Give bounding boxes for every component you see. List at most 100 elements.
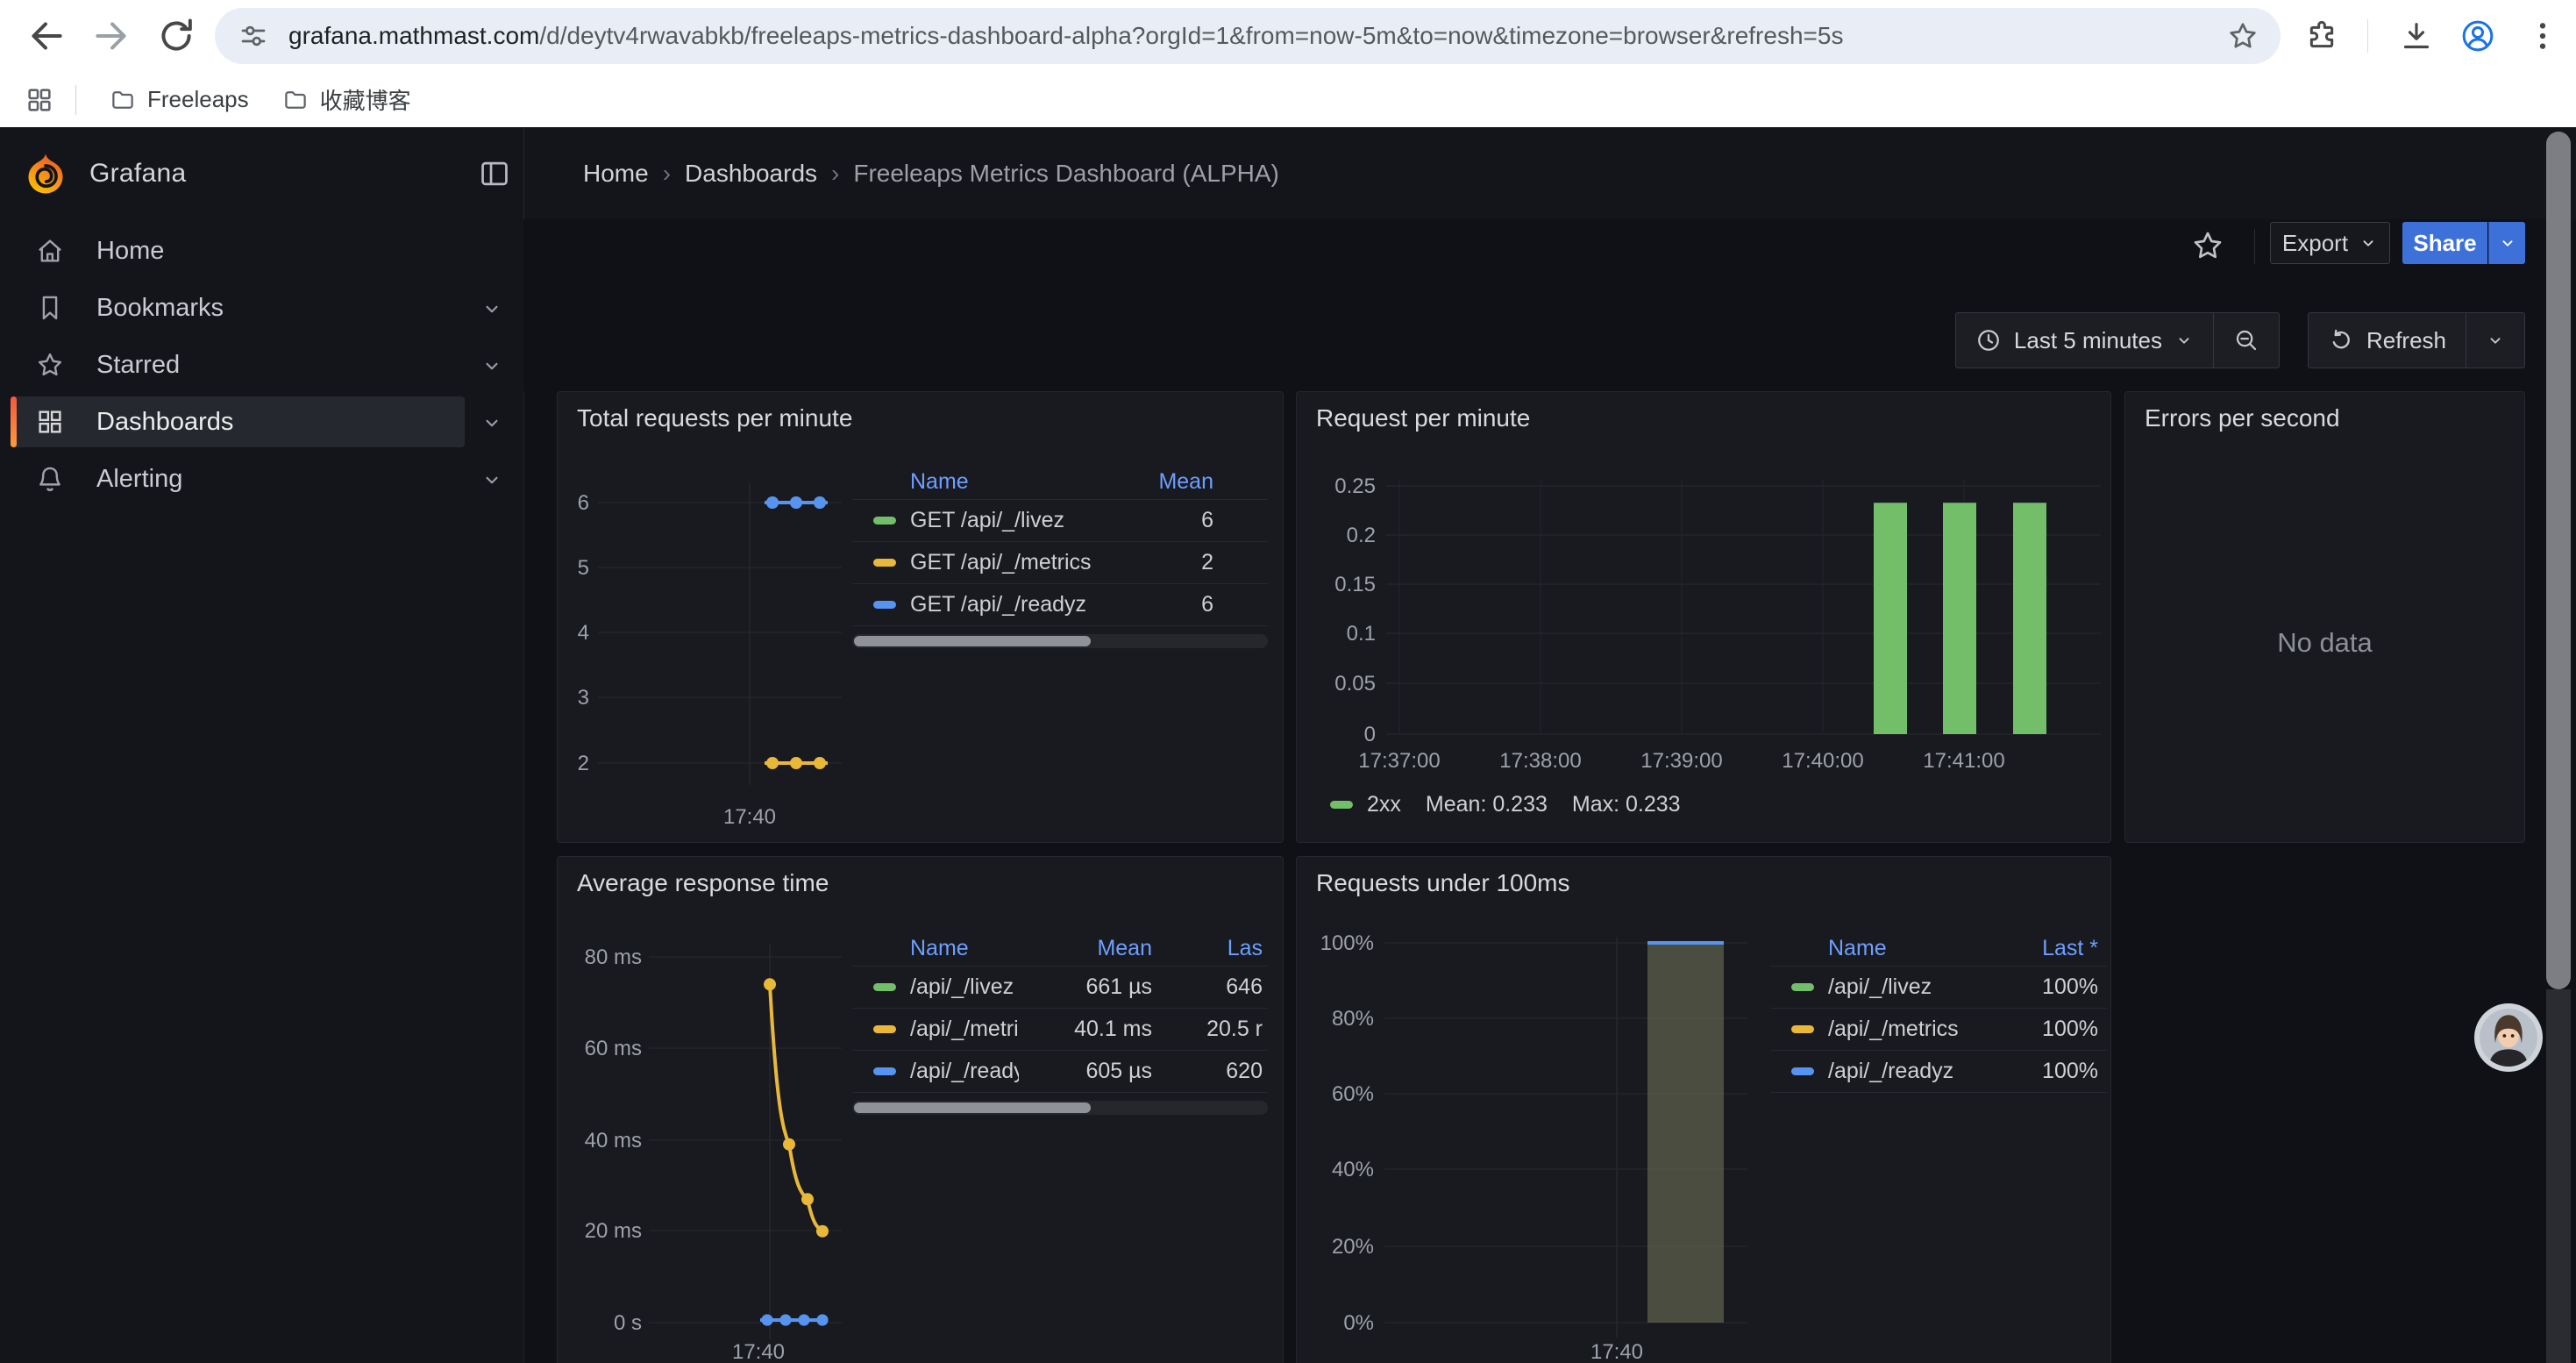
share-button[interactable]: Share	[2402, 222, 2487, 264]
page-scrollbar-track[interactable]	[2546, 989, 2571, 1363]
refresh-interval-button[interactable]	[2466, 313, 2524, 368]
panel-total-requests: Total requests per minute 6543217:40 Nam…	[557, 391, 1284, 843]
zoom-out-button[interactable]	[2213, 313, 2279, 368]
legend-column-header[interactable]: Name	[852, 936, 1019, 961]
breadcrumb-item[interactable]: Home	[583, 160, 649, 188]
legend-row[interactable]: GET /api/_/metrics2	[852, 542, 1268, 584]
time-range-button[interactable]: Last 5 minutes	[1956, 313, 2213, 368]
svg-text:17:38:00: 17:38:00	[1499, 749, 1581, 773]
profile-icon[interactable]	[2460, 18, 2495, 54]
bookmark-folder[interactable]: Freeleaps	[110, 86, 249, 113]
bookmark-folder[interactable]: 收藏博客	[282, 83, 411, 116]
legend-table: NameLast */api/_/livez100%/api/_/metrics…	[1770, 931, 2107, 1093]
chevron-down-icon[interactable]	[480, 468, 503, 491]
panel-title[interactable]: Errors per second	[2145, 404, 2340, 432]
bell-icon	[35, 464, 65, 494]
svg-text:20 ms: 20 ms	[585, 1219, 642, 1243]
series-swatch	[1791, 1025, 1814, 1033]
breadcrumb-item: Freeleaps Metrics Dashboard (ALPHA)	[853, 160, 1279, 188]
legend-column-header[interactable]: Name	[1770, 936, 1984, 961]
chevron-down-icon[interactable]	[480, 411, 503, 434]
share-menu-button[interactable]	[2488, 222, 2525, 264]
breadcrumb-separator: ›	[663, 160, 671, 188]
legend-value: 100%	[1984, 1059, 2107, 1084]
svg-text:17:40: 17:40	[1590, 1340, 1643, 1363]
apps-grid-icon[interactable]	[25, 85, 54, 115]
refresh-button[interactable]: Refresh	[2309, 313, 2466, 368]
grafana-logo	[25, 151, 67, 196]
site-info-icon[interactable]	[238, 20, 269, 52]
favorite-star-icon[interactable]	[2190, 228, 2225, 263]
chevron-down-icon[interactable]	[480, 354, 503, 377]
legend-row[interactable]: /api/_/readyz100%	[1770, 1051, 2107, 1093]
forward-icon[interactable]	[89, 14, 133, 58]
collapse-sidebar-icon[interactable]	[478, 157, 511, 190]
legend-row[interactable]: /api/_/livez661 µs646	[852, 967, 1268, 1009]
menu-kebab-icon[interactable]	[2525, 18, 2560, 54]
grafana-brand[interactable]: Grafana	[25, 127, 187, 219]
legend-value: 661 µs	[1019, 974, 1166, 1000]
dashboard-subheader: Export Share	[523, 219, 2576, 275]
sidebar-item-bookmarks[interactable]: Bookmarks	[0, 280, 523, 336]
legend[interactable]: 2xx Mean: 0.233 Max: 0.233	[1330, 792, 1681, 817]
legend-row[interactable]: /api/_/metrics40.1 ms20.5 r	[852, 1009, 1268, 1051]
legend-row[interactable]: /api/_/metrics100%	[1770, 1009, 2107, 1051]
legend-scrollbar-thumb[interactable]	[854, 636, 1091, 646]
legend-scrollbar[interactable]	[852, 634, 1268, 648]
legend-scrollbar[interactable]	[852, 1101, 1268, 1115]
sidebar-item-starred[interactable]: Starred	[0, 337, 523, 393]
extensions-icon[interactable]	[2304, 18, 2339, 54]
breadcrumb-item[interactable]: Dashboards	[685, 160, 817, 188]
reload-icon[interactable]	[154, 14, 198, 58]
legend-header: NameLast *	[1770, 931, 2107, 967]
legend-header: NameMeanLas	[852, 931, 1268, 967]
panel-requests-under-100ms: Requests under 100ms 100%80%60%40%20%0%1…	[1296, 856, 2111, 1363]
export-label: Export	[2282, 230, 2348, 257]
legend-column-header[interactable]: Last *	[1984, 936, 2107, 961]
sidebar-item-home[interactable]: Home	[0, 223, 523, 279]
legend-value: 6	[1136, 508, 1268, 533]
series-name: /api/_/livez	[1828, 974, 1932, 1000]
url-bar[interactable]: grafana.mathmast.com/d/deytv4rwavabkb/fr…	[215, 8, 2281, 64]
downloads-icon[interactable]	[2399, 18, 2434, 54]
legend-value: 605 µs	[1019, 1059, 1166, 1084]
legend-column-header[interactable]: Name	[852, 469, 1136, 495]
series-mean: Mean: 0.233	[1426, 792, 1548, 817]
page-scrollbar-thumb[interactable]	[2546, 132, 2571, 989]
panel-errors-per-second: Errors per second No data	[2124, 391, 2525, 843]
legend-column-header[interactable]: Las	[1166, 936, 1268, 961]
bookmark-label: 收藏博客	[320, 83, 411, 116]
legend-row[interactable]: /api/_/readyz605 µs620	[852, 1051, 1268, 1093]
series-name: /api/_/metrics	[1828, 1017, 1959, 1042]
grafana-header: Grafana Home›Dashboards›Freeleaps Metric…	[0, 127, 2576, 220]
legend-value: 6	[1136, 592, 1268, 617]
legend-value: 646	[1166, 974, 1268, 1000]
legend-row[interactable]: /api/_/livez100%	[1770, 967, 2107, 1009]
series-swatch	[1791, 1067, 1814, 1075]
svg-text:0.15: 0.15	[1334, 573, 1376, 596]
svg-text:60%: 60%	[1332, 1082, 1374, 1106]
svg-text:6: 6	[578, 491, 589, 515]
assistant-avatar[interactable]	[2474, 1003, 2543, 1072]
legend-row[interactable]: GET /api/_/readyz6	[852, 584, 1268, 626]
sidebar-item-dashboards[interactable]: Dashboards	[0, 394, 523, 450]
export-button[interactable]: Export	[2270, 222, 2390, 264]
back-icon[interactable]	[25, 14, 68, 58]
bookmark-star-icon[interactable]	[2226, 19, 2259, 53]
folder-icon	[282, 87, 309, 113]
legend-column-header[interactable]: Mean	[1019, 936, 1166, 961]
folder-icon	[110, 87, 136, 113]
legend-scrollbar-thumb[interactable]	[854, 1103, 1091, 1113]
chevron-down-icon[interactable]	[480, 297, 503, 320]
series-swatch	[873, 1025, 896, 1033]
series-swatch	[873, 1067, 896, 1075]
legend-table: NameMeanLas/api/_/livez661 µs646/api/_/m…	[852, 931, 1268, 1115]
svg-text:4: 4	[578, 621, 589, 645]
legend-row[interactable]: GET /api/_/livez 6	[852, 500, 1268, 542]
legend-column-header[interactable]: Mean	[1136, 469, 1268, 495]
legend-value: 20.5 r	[1166, 1017, 1268, 1042]
sidebar: HomeBookmarksStarredDashboardsAlerting	[0, 219, 524, 1363]
series-name: GET /api/_/livez	[910, 508, 1064, 533]
sidebar-item-alerting[interactable]: Alerting	[0, 451, 523, 507]
refresh-label: Refresh	[2366, 327, 2446, 354]
